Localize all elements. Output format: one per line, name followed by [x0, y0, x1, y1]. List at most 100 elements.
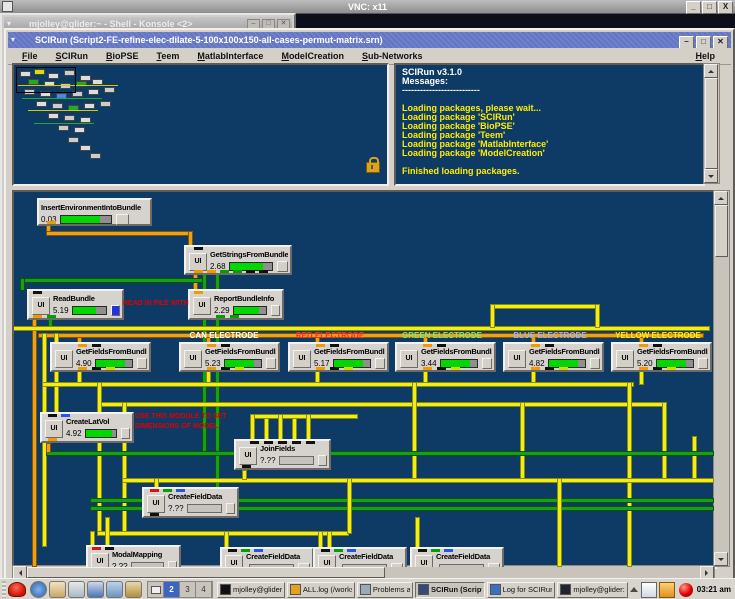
output-port[interactable] — [235, 367, 244, 370]
module-ui-button[interactable]: UI — [616, 350, 634, 368]
output-port[interactable] — [344, 367, 353, 370]
input-port[interactable] — [92, 344, 101, 347]
output-port[interactable] — [207, 270, 216, 273]
output-port[interactable] — [207, 367, 216, 370]
taskbar-task-scirun-script2[interactable]: SCIRun (Script2 — [415, 582, 485, 598]
output-port[interactable] — [33, 315, 42, 318]
output-port[interactable] — [246, 270, 255, 273]
module-ui-button[interactable]: UI — [318, 555, 336, 569]
vnc-maximize-button[interactable]: □ — [702, 1, 717, 14]
input-port[interactable] — [250, 441, 259, 444]
module-log-button[interactable] — [318, 455, 327, 466]
log-scrollbar[interactable] — [703, 63, 720, 184]
desktop-icon[interactable] — [106, 581, 123, 598]
menu-matlabinterface[interactable]: MatlabInterface — [191, 49, 269, 63]
menu-help[interactable]: Help — [689, 49, 721, 63]
input-port[interactable] — [207, 344, 216, 347]
output-port[interactable] — [92, 367, 101, 370]
module-ui-button[interactable]: UI — [91, 553, 109, 569]
module-GetFieldsFromBundle[interactable]: UIGetFieldsFromBundle3.44 — [395, 342, 496, 372]
window-menu-icon[interactable]: ▾ — [7, 20, 15, 28]
module-GetFieldsFromBundle[interactable]: UIGetFieldsFromBundle5.23 — [179, 342, 280, 372]
output-port[interactable] — [150, 513, 159, 516]
log-scroll-down-arrow[interactable] — [704, 169, 718, 183]
canvas-vertical-scrollbar[interactable] — [713, 190, 730, 567]
input-port[interactable] — [321, 549, 330, 552]
input-port[interactable] — [330, 344, 339, 347]
minimap-viewport-rect[interactable] — [16, 67, 76, 93]
network-minimap[interactable] — [12, 63, 389, 186]
input-port[interactable] — [176, 489, 185, 492]
module-log-button[interactable] — [266, 358, 276, 369]
module-CreateLatVol[interactable]: UICreateLatVol4.92 — [40, 412, 134, 443]
output-port[interactable] — [47, 315, 56, 318]
menu-modelcreation[interactable]: ModelCreation — [275, 49, 350, 63]
taskbar-handle[interactable] — [2, 581, 6, 598]
vnc-minimize-button[interactable]: _ — [686, 1, 701, 14]
input-port[interactable] — [545, 344, 554, 347]
output-port[interactable] — [423, 367, 432, 370]
module-ModalMapping[interactable]: UIModalMapping?.?? — [86, 545, 181, 569]
lock-icon[interactable] — [366, 162, 380, 173]
output-port[interactable] — [106, 367, 115, 370]
web-browser-icon[interactable] — [30, 581, 47, 598]
input-port[interactable] — [347, 549, 356, 552]
canvas-hscroll-thumb[interactable] — [27, 567, 385, 578]
output-port[interactable] — [216, 315, 225, 318]
input-port[interactable] — [254, 549, 263, 552]
menu-sub-networks[interactable]: Sub-Networks — [356, 49, 429, 63]
clipboard-icon[interactable] — [641, 582, 657, 598]
status-red-icon[interactable] — [679, 583, 693, 597]
vnc-close-button[interactable]: X — [718, 1, 733, 14]
module-log-button[interactable] — [698, 358, 708, 369]
output-port[interactable] — [559, 367, 568, 370]
output-port[interactable] — [330, 367, 339, 370]
module-CreateFieldData[interactable]: UICreateFieldData — [313, 547, 407, 569]
output-port[interactable] — [48, 438, 57, 441]
input-port[interactable] — [150, 489, 159, 492]
module-GetFieldsFromBundle[interactable]: UIGetFieldsFromBundle5.20 — [611, 342, 712, 372]
input-port[interactable] — [653, 344, 662, 347]
output-port[interactable] — [78, 367, 87, 370]
module-indicator-blue[interactable] — [111, 305, 120, 316]
input-port[interactable] — [423, 344, 432, 347]
module-ui-button[interactable]: UI — [400, 350, 418, 368]
input-port[interactable] — [431, 549, 440, 552]
input-port[interactable] — [264, 441, 273, 444]
module-ui-button[interactable]: UI — [293, 350, 311, 368]
input-port[interactable] — [418, 549, 427, 552]
output-port[interactable] — [221, 367, 230, 370]
input-port[interactable] — [48, 414, 57, 417]
input-port[interactable] — [221, 344, 230, 347]
terminal-icon[interactable] — [87, 581, 104, 598]
taskbar-expand-arrow[interactable] — [630, 583, 638, 592]
module-ReadBundle[interactable]: UIReadBundle5.19 — [27, 289, 124, 320]
input-port[interactable] — [306, 441, 315, 444]
log-scroll-thumb[interactable] — [705, 78, 718, 169]
module-GetFieldsFromBundle[interactable]: UIGetFieldsFromBundle4.90 — [50, 342, 151, 372]
input-port[interactable] — [639, 344, 648, 347]
module-log-button[interactable] — [271, 305, 280, 316]
module-log-button[interactable] — [226, 503, 235, 514]
input-port[interactable] — [61, 414, 70, 417]
pager-desktop-3[interactable]: 3 — [180, 582, 196, 597]
output-port[interactable] — [220, 270, 229, 273]
module-GetFieldsFromBundle[interactable]: UIGetFieldsFromBundle5.17 — [288, 342, 389, 372]
output-port[interactable] — [316, 367, 325, 370]
module-ui-button[interactable]: UI — [189, 253, 207, 271]
module-log-button[interactable] — [277, 261, 288, 272]
output-port[interactable] — [531, 367, 540, 370]
module-ui-button[interactable]: UI — [32, 297, 50, 315]
module-log-button[interactable] — [590, 358, 600, 369]
canvas-vscroll-thumb[interactable] — [715, 205, 728, 257]
output-port[interactable] — [667, 367, 676, 370]
taskbar-task-mjolley-glider-[interactable]: mjolley@glider:~ — [557, 582, 627, 598]
module-ui-button[interactable]: UI — [193, 297, 211, 315]
menu-file[interactable]: File — [16, 49, 44, 63]
output-port[interactable] — [451, 367, 460, 370]
input-port[interactable] — [163, 489, 172, 492]
output-port[interactable] — [437, 367, 446, 370]
module-ui-button[interactable]: UI — [225, 555, 243, 569]
file-manager-icon[interactable] — [49, 581, 66, 598]
module-log-button[interactable] — [121, 428, 130, 439]
